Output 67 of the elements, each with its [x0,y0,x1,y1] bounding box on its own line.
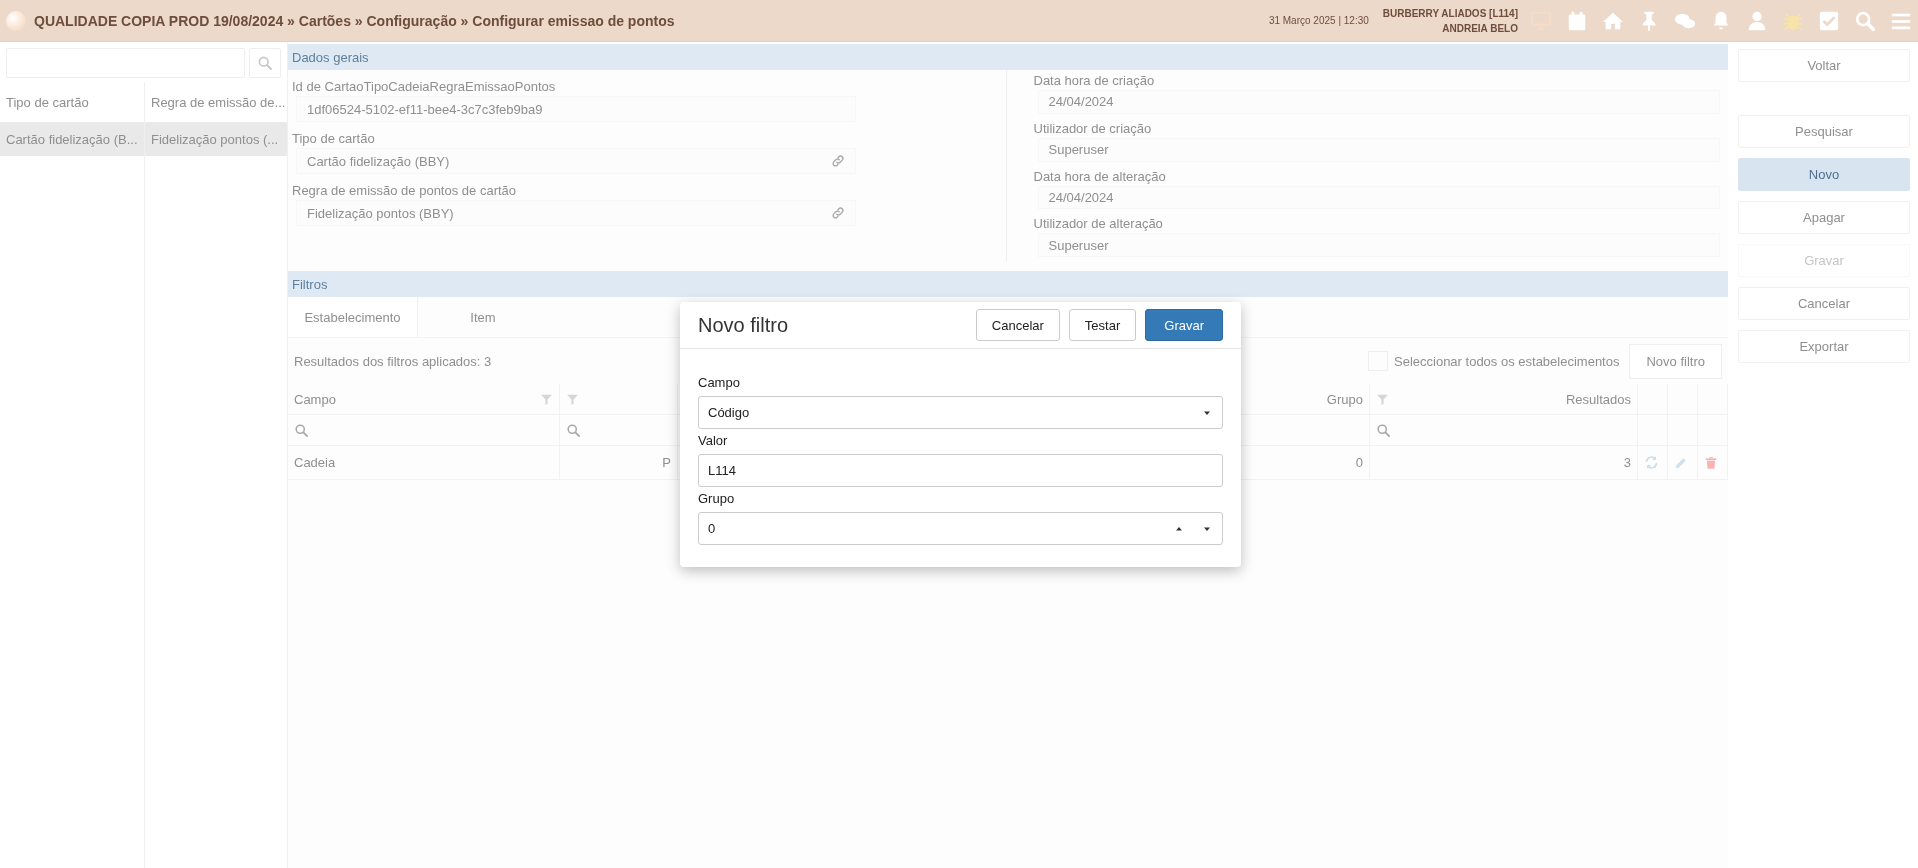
value-field[interactable]: 24/04/2024 [1037,90,1720,114]
breadcrumb: QUALIDADE COPIA PROD 19/08/2024 » Cartões » Configuração » Configurar emissao de pontos [34,12,675,29]
dialog-button[interactable]: Cancelar [975,309,1060,341]
field-label: Utilizador de criação [1033,119,1153,136]
filter-icon[interactable] [566,392,579,406]
date-time: 31 Março 2025 | 12:30 [1268,15,1369,26]
field-label: Campo [698,375,741,390]
field-label: Id de CartaoTipoCadeiaRegraEmissaoPontos [292,78,557,94]
table-cell[interactable]: Fidelização pontos (... [145,122,287,156]
field-label: Utilizador de alteração [1033,215,1164,232]
section-header: Filtros [288,271,1728,297]
link-icon[interactable] [831,206,845,220]
tab[interactable]: Item [418,297,548,337]
checkbox-label: Seleccionar todos os estabelecimentos [1394,353,1620,369]
table-cell: 3 [1370,446,1638,480]
pencil-icon[interactable] [1674,455,1688,470]
action-button[interactable]: Cancelar [1738,287,1910,320]
value-field[interactable]: Cartão fidelização (BBY) [296,148,856,174]
table-cell: Cadeia [288,446,560,480]
action-button[interactable]: Exportar [1738,330,1910,363]
calendar-icon[interactable] [1566,9,1588,32]
save-button[interactable]: Gravar [1145,309,1223,341]
value-field[interactable]: 1df06524-5102-ef11-bee4-3c7c3feb9ba9 [296,96,856,122]
results-text: Resultados dos filtros aplicados: 3 [294,353,492,369]
link-icon[interactable] [831,154,845,168]
dropdown[interactable]: Código [698,396,1223,429]
field-label: Regra de emissão de pontos de cartão [292,182,518,198]
search-button[interactable] [249,48,281,78]
refresh-icon[interactable] [1644,455,1659,470]
field-label: Valor [698,433,729,448]
table-cell: P [560,446,678,480]
field-label: Grupo [698,491,736,506]
user-name: ANDREIA BELO [1442,22,1518,34]
action-button[interactable]: Voltar [1738,49,1910,82]
trash-icon[interactable] [1704,455,1718,470]
column-header[interactable]: Campo [288,384,560,415]
action-button[interactable]: Pesquisar [1738,115,1910,148]
action-button[interactable]: Apagar [1738,201,1910,234]
company-name: BURBERRY ALIADOS [L114] [1382,7,1518,19]
field-label: Data hora de criação [1033,72,1156,89]
search-icon[interactable] [566,422,581,438]
search-icon[interactable] [1854,9,1876,32]
logo-icon [6,10,26,31]
value-field[interactable]: Fidelização pontos (BBY) [296,200,856,226]
filter-icon[interactable] [540,392,553,406]
new-filter-button[interactable]: Novo filtro [1629,343,1722,379]
section-header: Dados gerais [288,44,1728,70]
number-field[interactable]: 0 [698,512,1223,545]
dialog-button[interactable]: Testar [1068,309,1137,341]
value-field[interactable]: Superuser [1037,137,1720,162]
dialog-title: Novo filtro [698,313,790,337]
filter-icon[interactable] [1376,392,1389,406]
value-field[interactable]: 24/04/2024 [1037,185,1720,210]
field-label: Tipo de cartão [292,130,376,146]
table-cell[interactable]: Cartão fidelização (B... [0,122,145,156]
column-header[interactable] [560,384,678,415]
column-header[interactable]: Resultados [1370,384,1638,415]
column-header[interactable]: Regra de emissão de... [145,82,287,122]
user-icon[interactable] [1746,9,1768,32]
search-icon [257,55,273,71]
search-icon[interactable] [1376,422,1391,438]
search-icon[interactable] [294,422,309,438]
value-field[interactable]: Superuser [1037,233,1720,257]
input-field[interactable]: L114 [698,454,1223,487]
checkbox-icon[interactable] [1818,9,1840,32]
action-button[interactable]: Novo [1738,158,1910,191]
field-label: Data hora de alteração [1033,167,1167,184]
